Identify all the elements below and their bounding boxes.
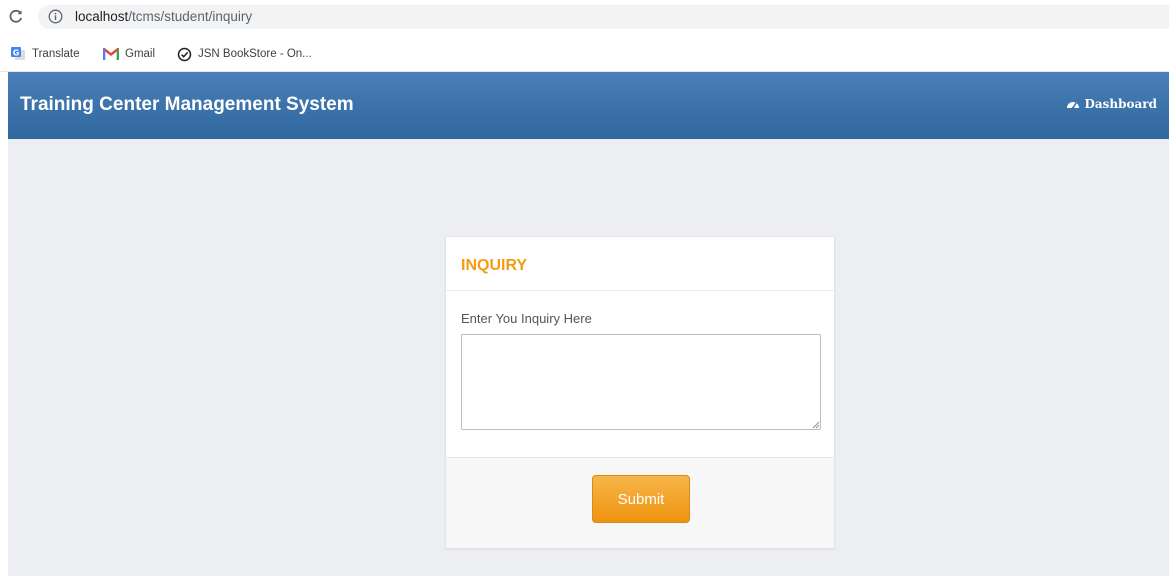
main-content: INQUIRY Enter You Inquiry Here Submit [8,139,1169,576]
card-title: INQUIRY [461,257,528,274]
card-header: INQUIRY [446,237,834,291]
inquiry-card: INQUIRY Enter You Inquiry Here Submit [445,236,835,549]
url-host: localhost [75,9,129,24]
bookmark-jsn-bookstore[interactable]: JSN BookStore - On... [176,46,312,62]
address-bar[interactable]: localhost/tcms/student/inquiry [38,5,1169,29]
check-circle-icon [176,46,192,62]
dashboard-gauge-icon [1066,97,1080,111]
submit-button[interactable]: Submit [592,475,690,523]
browser-address-row: localhost/tcms/student/inquiry [0,0,1169,36]
site-info-icon[interactable] [48,9,63,24]
bookmark-label: Gmail [125,48,156,60]
url-text[interactable]: localhost/tcms/student/inquiry [75,9,252,25]
bookmark-label: JSN BookStore - On... [198,48,312,60]
card-footer: Submit [446,457,834,548]
inquiry-field-label: Enter You Inquiry Here [461,311,592,326]
bookmark-gmail[interactable]: Gmail [103,46,155,62]
dashboard-label: Dashboard [1084,97,1157,111]
url-path: /tcms/student/inquiry [128,9,253,24]
inquiry-textarea[interactable] [461,334,821,430]
reload-icon[interactable] [6,6,26,26]
resize-grip-icon[interactable] [812,421,820,429]
gmail-icon [103,46,119,62]
bookmark-translate[interactable]: G Translate [10,46,80,62]
bookmarks-bar: G Translate Gmail JSN BookStore - On... [0,36,1169,72]
dashboard-link[interactable]: Dashboard [1066,97,1157,111]
brand-title[interactable]: Training Center Management System [20,94,354,116]
app-navbar: Training Center Management System Dashbo… [8,72,1169,139]
google-translate-icon: G [10,46,26,62]
svg-text:G: G [13,49,20,58]
bookmark-label: Translate [32,48,80,60]
